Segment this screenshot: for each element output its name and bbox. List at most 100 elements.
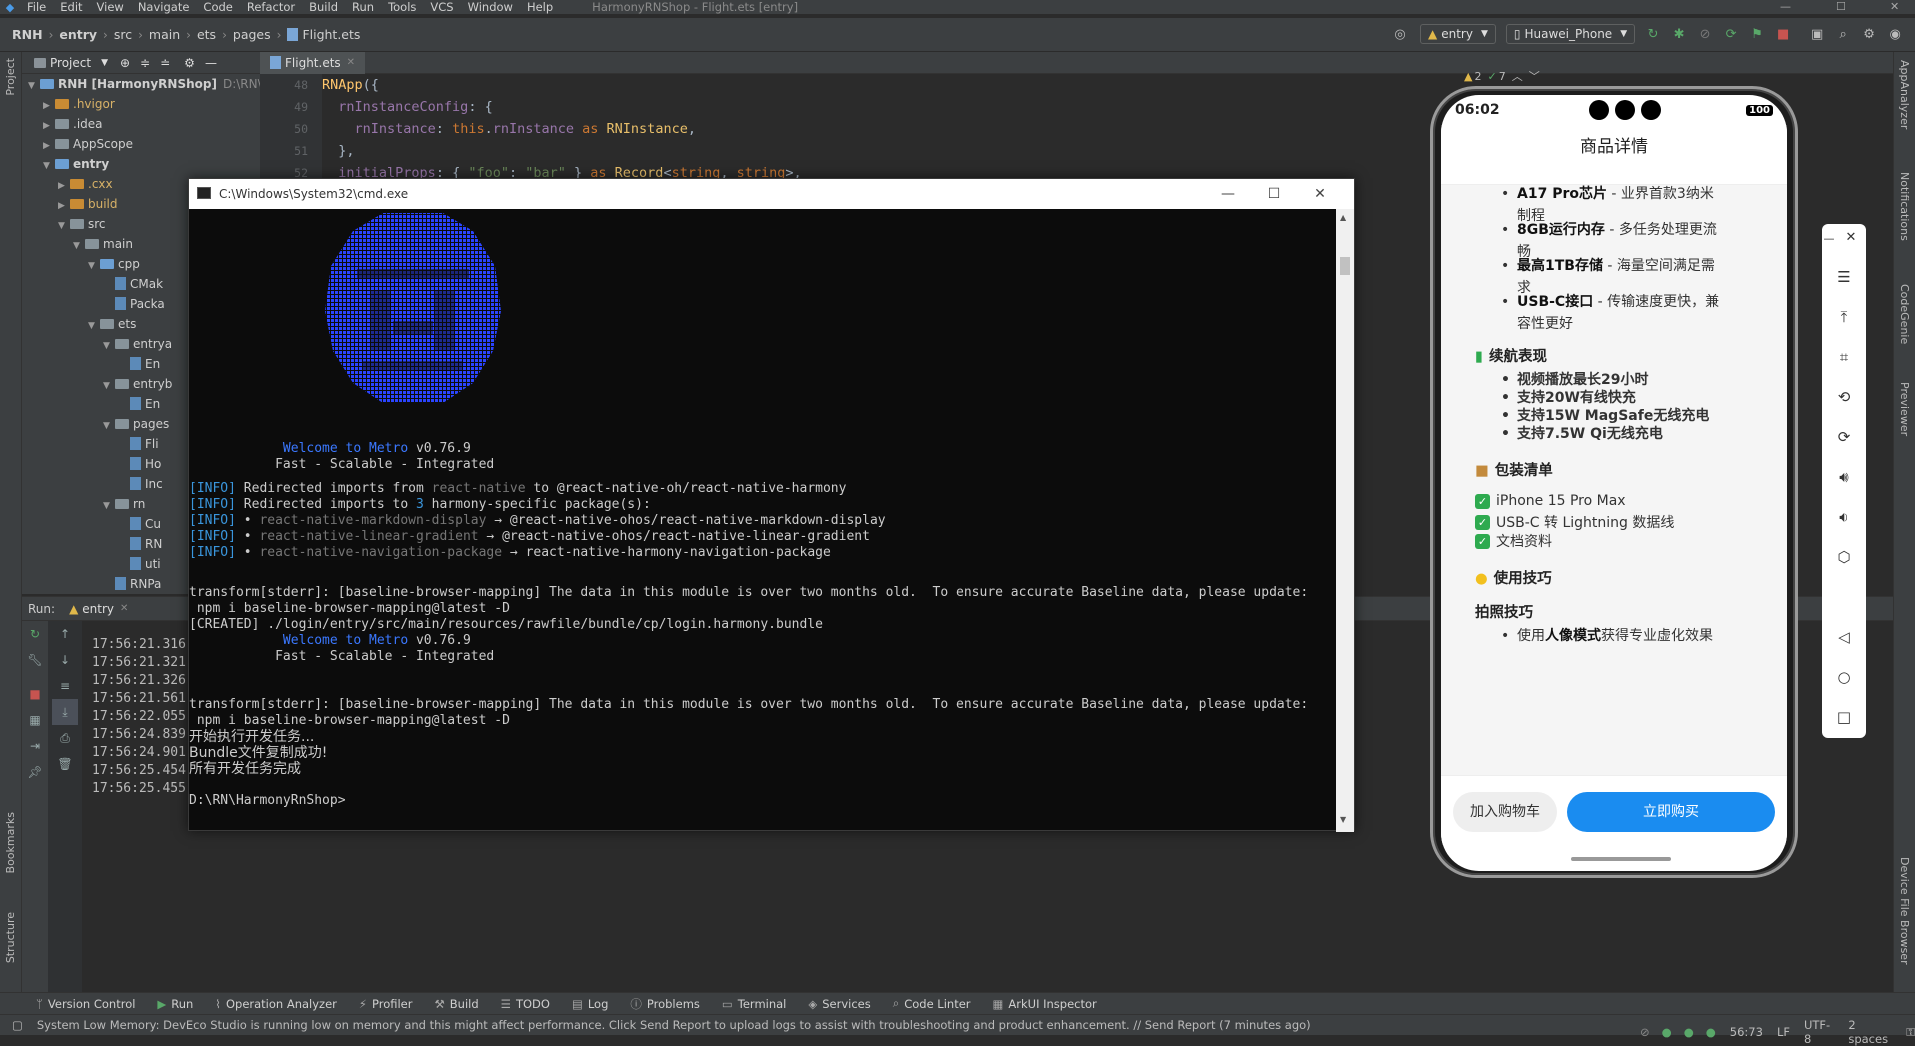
menu-view[interactable]: View <box>90 0 131 14</box>
stripe-codegenie[interactable]: CodeGenie <box>1898 284 1911 344</box>
wrench-icon[interactable]: 🔧︎ <box>22 647 48 673</box>
chevron-down-icon[interactable]: ▼ <box>88 316 100 336</box>
menu-refactor[interactable]: Refactor <box>240 0 302 14</box>
chevron-down-icon[interactable]: ▼ <box>103 336 115 356</box>
cmd-title-bar[interactable]: C:\Windows\System32\cmd.exe — ☐ ✕ <box>189 179 1354 209</box>
crumb-file[interactable]: Flight.ets <box>302 27 360 42</box>
scroll-to-end-icon[interactable]: ⤓ <box>52 699 78 725</box>
volume-up-icon[interactable]: 🔊︎ <box>1822 468 1866 486</box>
chevron-down-icon[interactable]: ▼ <box>101 58 108 68</box>
line-separator[interactable]: LF <box>1777 1025 1790 1039</box>
trash-icon[interactable]: 🗑︎ <box>52 751 78 777</box>
tool-operation-analyzer[interactable]: ⌇ Operation Analyzer <box>215 997 337 1011</box>
chevron-down-icon[interactable]: ▼ <box>28 76 40 96</box>
pin-top-icon[interactable]: ⤒ <box>1822 308 1866 326</box>
chevron-right-icon[interactable]: ▶ <box>43 136 55 156</box>
code-content[interactable]: RNApp({ rnInstanceConfig: { rnInstance: … <box>322 74 802 184</box>
tab-flight-ets[interactable]: Flight.ets ✕ <box>260 51 366 74</box>
stripe-project[interactable]: Project <box>4 58 17 96</box>
cmd-prompt[interactable]: D:\RN\HarmonyRnShop> <box>189 793 346 809</box>
chevron-down-icon[interactable]: ▼ <box>88 256 100 276</box>
stripe-notifications[interactable]: Notifications <box>1898 172 1911 241</box>
lock-icon[interactable]: ⚿ <box>1906 1025 1915 1040</box>
chevron-right-icon[interactable]: ▶ <box>58 176 70 196</box>
crumb-src[interactable]: src <box>114 27 132 42</box>
maximize-icon[interactable]: ☐ <box>1836 0 1846 13</box>
chevron-up-icon[interactable]: ︿ <box>1512 68 1523 84</box>
tree-item[interactable]: ▶ .idea <box>22 114 260 134</box>
stop-icon[interactable]: ■ <box>1775 26 1791 42</box>
rerun-icon[interactable]: ↻ <box>1645 26 1661 42</box>
menu-run[interactable]: Run <box>345 0 381 14</box>
menu-navigate[interactable]: Navigate <box>131 0 197 14</box>
crumb-project[interactable]: RNH <box>12 27 43 42</box>
crumb-main[interactable]: main <box>149 27 180 42</box>
tree-item[interactable]: ▶ AppScope <box>22 134 260 154</box>
status-message[interactable]: System Low Memory: DevEco Studio is runn… <box>37 1018 1311 1032</box>
recents-icon[interactable]: □ <box>1822 708 1866 726</box>
tool-problems[interactable]: ⓘ Problems <box>630 996 700 1012</box>
rerun-icon[interactable]: ↻ <box>22 621 48 647</box>
layout-toggle-icon[interactable]: ▢ <box>12 1018 23 1032</box>
search-icon[interactable]: ⌕ <box>1835 26 1851 42</box>
soft-wrap-icon[interactable]: ≡ <box>52 673 78 699</box>
chevron-down-icon[interactable]: ▼ <box>103 376 115 396</box>
minimize-icon[interactable]: — <box>1205 179 1251 209</box>
crop-icon[interactable]: ⌗ <box>1822 348 1866 366</box>
minimize-icon[interactable]: — <box>1780 0 1791 13</box>
tool-code-linter[interactable]: ⌕ Code Linter <box>893 996 971 1011</box>
stripe-previewer[interactable]: Previewer <box>1898 382 1911 436</box>
no-power-save-icon[interactable]: ⊘ <box>1640 1025 1650 1039</box>
indent-setting[interactable]: 2 spaces <box>1848 1018 1894 1046</box>
tool-version-control[interactable]: ᛘ Version Control <box>36 997 135 1011</box>
stripe-structure[interactable]: Structure <box>4 912 17 963</box>
chevron-right-icon[interactable]: ▶ <box>43 96 55 116</box>
pin-icon[interactable]: 📌︎ <box>22 759 48 785</box>
code-line[interactable]: rnInstance: this.rnInstance as RNInstanc… <box>322 118 802 140</box>
gear-icon[interactable]: ⚙ <box>1861 26 1877 42</box>
menu-build[interactable]: Build <box>302 0 345 14</box>
inspection-widget[interactable]: ▲ 2 ✓ 7 ︿ ﹀ <box>1464 68 1540 84</box>
chevron-right-icon[interactable]: ▶ <box>58 196 70 216</box>
stripe-device-file-browser[interactable]: Device File Browser <box>1898 857 1911 965</box>
update-icon[interactable]: ◉ <box>1887 26 1903 42</box>
tool-log[interactable]: ▤ Log <box>572 997 608 1011</box>
target-icon[interactable]: ◎ <box>1392 26 1408 42</box>
login-icon[interactable]: ⇥ <box>22 733 48 759</box>
gear-icon[interactable]: ⚙ <box>184 56 195 70</box>
locate-icon[interactable]: ⊕ <box>120 56 130 70</box>
file-encoding[interactable]: UTF-8 <box>1804 1018 1834 1046</box>
add-to-cart-button[interactable]: 加入购物车 <box>1453 792 1557 832</box>
device-select[interactable]: ▯ Huawei_Phone ▼ <box>1505 24 1636 44</box>
arrow-down-icon[interactable]: ↓ <box>52 647 78 673</box>
expand-all-icon[interactable]: ≑ <box>140 56 150 70</box>
caret-position[interactable]: 56:73 <box>1730 1025 1763 1039</box>
code-line[interactable]: RNApp({ <box>322 74 802 96</box>
layout-icon[interactable]: ▦ <box>22 707 48 733</box>
close-icon[interactable]: ✕ <box>1297 179 1343 209</box>
code-line[interactable]: rnInstanceConfig: { <box>322 96 802 118</box>
menu-code[interactable]: Code <box>196 0 239 14</box>
run-tab-entry[interactable]: ▲ entry ✕ <box>69 602 128 616</box>
menu-edit[interactable]: Edit <box>53 0 89 14</box>
arrow-up-icon[interactable]: ↑ <box>52 621 78 647</box>
close-icon[interactable]: ✕ <box>1836 230 1866 245</box>
scroll-down-icon[interactable]: ▼ <box>1340 815 1346 824</box>
tree-item[interactable]: ▶ .hvigor <box>22 94 260 114</box>
close-tab-icon[interactable]: ✕ <box>120 603 128 614</box>
stripe-appanalyzer[interactable]: AppAnalyzer <box>1898 60 1911 129</box>
menu-icon[interactable]: ☰ <box>1822 268 1866 286</box>
collapse-all-icon[interactable]: ≐ <box>160 56 170 70</box>
tree-item[interactable]: ▼ entry <box>22 154 260 174</box>
menu-vcs[interactable]: VCS <box>423 0 460 14</box>
back-icon[interactable]: ◁ <box>1822 628 1866 646</box>
menu-help[interactable]: Help <box>520 0 560 14</box>
chevron-down-icon[interactable]: ▼ <box>43 156 55 176</box>
cmd-scrollbar[interactable]: ▲ ▼ <box>1336 209 1354 832</box>
chevron-down-icon[interactable]: ▼ <box>73 236 85 256</box>
tool-services[interactable]: ◈ Services <box>808 997 870 1011</box>
tree-item[interactable]: ▼ RNH [HarmonyRNShop] D:\RN\ <box>22 74 260 94</box>
tool-profiler[interactable]: ⚡ Profiler <box>359 997 413 1011</box>
project-view-select[interactable]: Project <box>50 56 91 70</box>
maximize-icon[interactable]: ☐ <box>1251 179 1297 209</box>
